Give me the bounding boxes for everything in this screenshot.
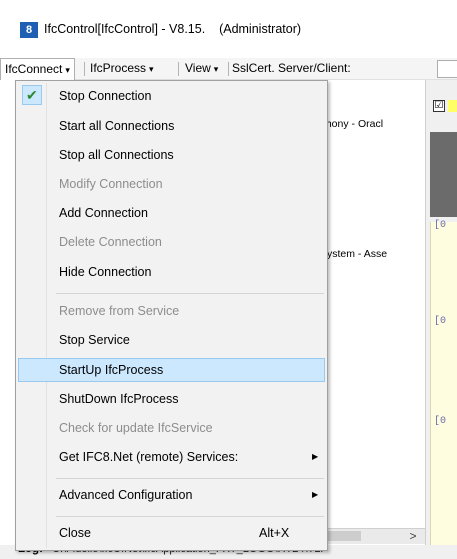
menu-item-label: Modify Connection [59,177,163,191]
menu-item-label: Check for update IfcService [59,421,213,435]
log-panel: [0 [0 [0 [430,220,457,545]
menu-item-startup-ifcprocess[interactable]: StartUp IfcProcess [18,358,325,382]
ifcconnect-dropdown-menu: ✔ Stop Connection Start all Connections … [15,80,328,551]
menu-item-label: StartUp IfcProcess [59,363,164,377]
scroll-right-icon[interactable]: > [404,527,422,545]
menu-item-shutdown-ifcprocess[interactable]: ShutDown IfcProcess [18,388,325,412]
menu-item-close[interactable]: Close Alt+X [18,522,325,546]
menu-separator [178,62,179,76]
menu-item-label: Stop Service [59,333,130,347]
app-icon: 8 [20,22,38,38]
menu-item-remove-from-service: Remove from Service [18,300,325,324]
submenu-arrow-icon: ▶ [312,452,319,461]
menu-item-shortcut: Alt+X [259,526,290,540]
scrollbar-thumb[interactable] [325,531,361,541]
menu-separator [56,293,324,294]
menu-ifcprocess-label: IfcProcess [90,61,147,75]
check-mark-icon: ✔ [22,85,42,105]
log-entry: [0 [434,416,447,427]
menu-item-label: ShutDown IfcProcess [59,392,179,406]
panel-checkbox[interactable]: ☑ [433,100,445,112]
submenu-arrow-icon: ▶ [312,490,319,499]
menu-ifcconnect[interactable]: IfcConnect ▾ [0,58,75,80]
connection-text: System - Asse [320,248,388,260]
menu-item-label: Get IFC8.Net (remote) Services: [59,450,239,464]
menu-item-advanced-configuration[interactable]: Advanced Configuration ▶ [18,484,325,508]
dropdown-arrow-icon: ▾ [149,64,154,74]
menu-item-label: Hide Connection [59,265,152,279]
menu-separator [84,62,85,76]
dropdown-arrow-icon: ▾ [213,64,219,74]
menu-item-start-all-connections[interactable]: Start all Connections [18,115,325,139]
menu-separator [228,62,229,76]
status-indicator [448,100,457,112]
menu-item-add-connection[interactable]: Add Connection [18,202,325,226]
ssl-cert-field[interactable] [437,60,457,78]
menu-ifcprocess[interactable]: IfcProcess ▾ [86,58,158,80]
menu-item-label: Stop Connection [59,89,152,103]
menu-view-label: View [185,61,211,75]
menu-view[interactable]: View ▾ [181,58,222,80]
menu-item-label: Start all Connections [59,119,175,133]
menu-item-stop-connection[interactable]: ✔ Stop Connection [18,85,325,109]
menu-item-delete-connection: Delete Connection [18,231,325,255]
menu-separator [56,516,324,517]
dropdown-arrow-icon: ▾ [65,65,70,75]
window-title: IfcControl[IfcControl] - V8.15. (Adminis… [44,22,302,36]
menu-item-label: Delete Connection [59,235,162,249]
menu-item-label: Add Connection [59,206,148,220]
connection-text: phony - Oracl [320,118,384,130]
menu-item-modify-connection: Modify Connection [18,173,325,197]
menu-item-check-for-update: Check for update IfcService [18,417,325,441]
menu-separator [56,478,324,479]
menu-item-label: Stop all Connections [59,148,174,162]
menu-item-label: Remove from Service [59,304,180,318]
menu-item-label: Close [59,526,91,540]
preview-panel [430,132,457,217]
menu-item-label: Advanced Configuration [59,488,193,502]
menu-ifcconnect-label: IfcConnect [5,62,63,76]
title-bar: 8 IfcControl[IfcControl] - V8.15. (Admin… [0,0,457,58]
menu-item-hide-connection[interactable]: Hide Connection [18,261,325,285]
ssl-cert-label: SslCert. Server/Client: [232,61,351,75]
log-entry: [0 [434,316,447,327]
log-entry: [0 [434,220,447,231]
menu-bar: IfcConnect ▾ IfcProcess ▾ View ▾ SslCert. S… [0,58,457,80]
menu-item-get-remote-services[interactable]: Get IFC8.Net (remote) Services: ▶ [18,446,325,470]
menu-item-stop-all-connections[interactable]: Stop all Connections [18,144,325,168]
menu-item-stop-service[interactable]: Stop Service [18,329,325,353]
